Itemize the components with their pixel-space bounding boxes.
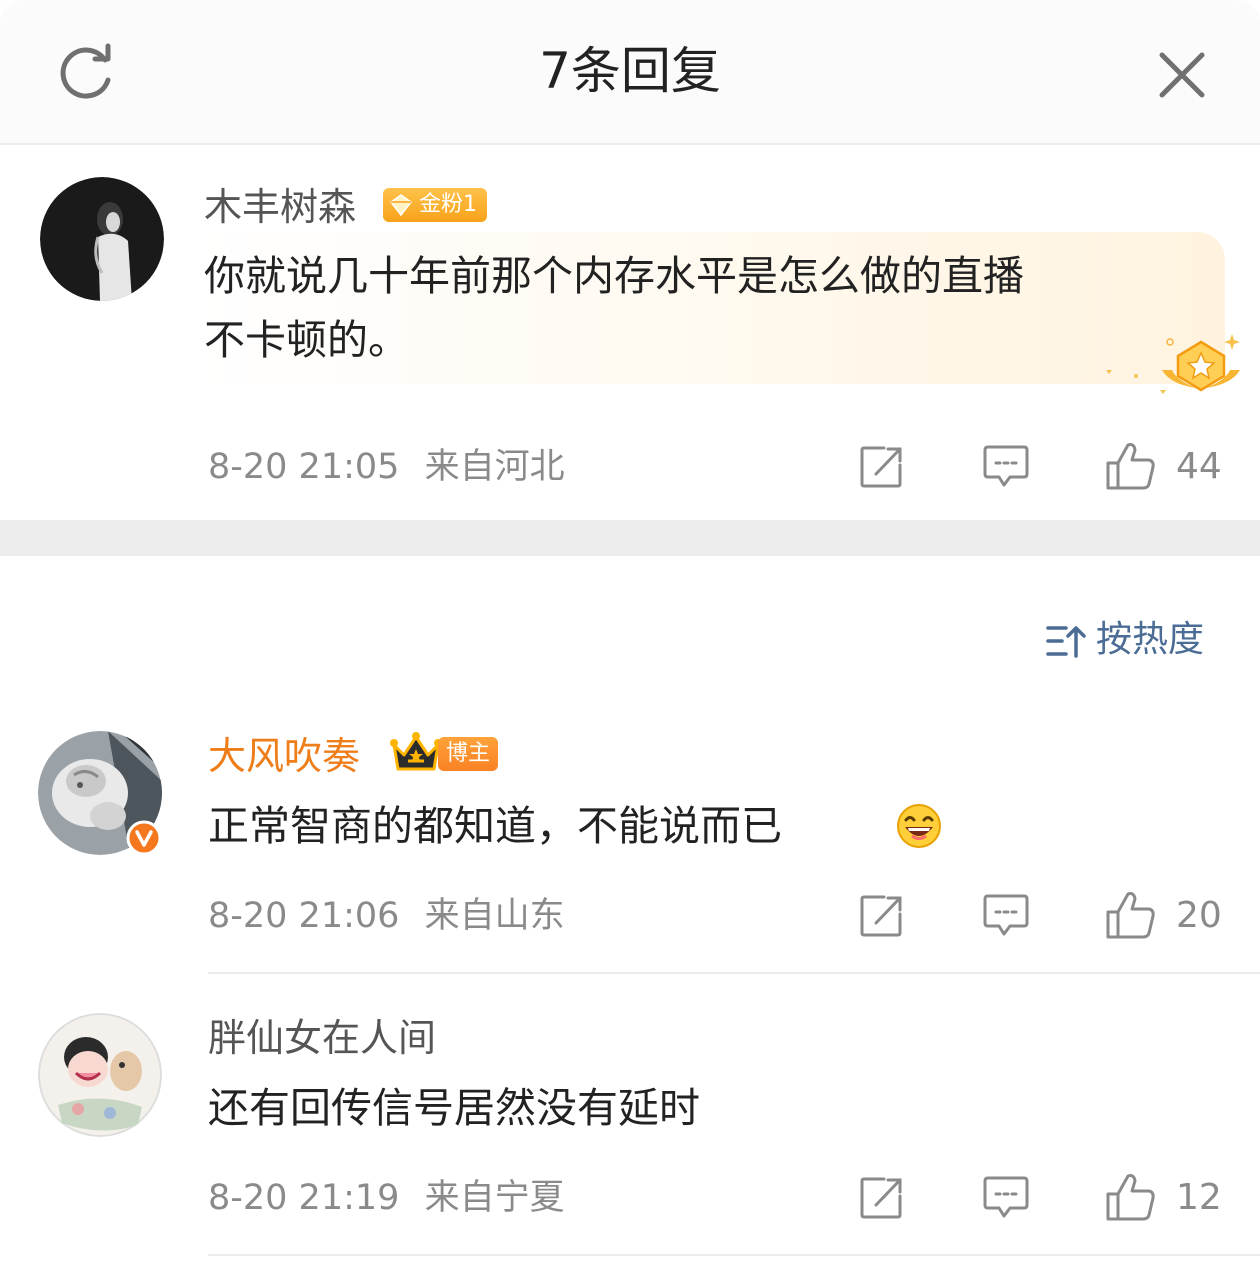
comment-meta: 8-20 21:06 来自山东 bbox=[208, 893, 565, 939]
fan-badge-label: 金粉1 bbox=[419, 192, 477, 217]
comment-text: 正常智商的都知道，不能说而已 bbox=[208, 794, 782, 858]
comment-text: 你就说几十年前那个内存水平是怎么做的直播 不卡顿的。 bbox=[204, 244, 1024, 372]
owner-badge: 博主 bbox=[438, 737, 499, 771]
gold-crest-icon bbox=[1106, 334, 1240, 394]
location: 来自山东 bbox=[424, 896, 565, 936]
like-icon[interactable] bbox=[1104, 890, 1156, 940]
user-name[interactable]: 大风吹奏 bbox=[208, 731, 360, 781]
location: 来自宁夏 bbox=[424, 1178, 565, 1218]
sheet-header: 7条回复 bbox=[0, 0, 1260, 145]
timestamp: 8-20 21:05 bbox=[208, 447, 400, 487]
laughing-emoji-icon bbox=[897, 804, 941, 848]
location: 来自河北 bbox=[424, 447, 565, 487]
like-icon[interactable] bbox=[1104, 1172, 1156, 1222]
crown-icon bbox=[390, 732, 442, 771]
divider bbox=[208, 972, 1260, 974]
close-icon[interactable] bbox=[1152, 45, 1212, 105]
diamond-icon bbox=[389, 194, 413, 217]
user-name[interactable]: 木丰树森 bbox=[204, 182, 356, 232]
share-icon[interactable] bbox=[858, 1174, 906, 1222]
comment-meta: 8-20 21:19 来自宁夏 bbox=[208, 1175, 565, 1221]
comment-text-line: 你就说几十年前那个内存水平是怎么做的直播 bbox=[204, 252, 1024, 300]
comment-icon[interactable] bbox=[982, 1174, 1030, 1222]
share-icon[interactable] bbox=[858, 892, 906, 940]
sort-icon bbox=[1046, 626, 1086, 658]
comment-icon[interactable] bbox=[982, 892, 1030, 940]
like-count: 12 bbox=[1176, 1177, 1222, 1218]
divider bbox=[208, 1254, 1260, 1256]
share-icon[interactable] bbox=[858, 443, 906, 491]
page-title: 7条回复 bbox=[539, 42, 721, 100]
comment-meta: 8-20 21:05 来自河北 bbox=[208, 444, 565, 490]
fan-badge[interactable]: 金粉1 bbox=[383, 188, 487, 222]
avatar[interactable] bbox=[38, 1013, 162, 1137]
avatar[interactable] bbox=[40, 177, 164, 301]
like-count: 44 bbox=[1176, 446, 1222, 487]
comment-text-line: 还有回传信号居然没有延时 bbox=[208, 1084, 700, 1132]
timestamp: 8-20 21:19 bbox=[208, 1178, 400, 1218]
timestamp: 8-20 21:06 bbox=[208, 896, 400, 936]
comment-text: 还有回传信号居然没有延时 bbox=[208, 1076, 700, 1140]
verified-icon bbox=[126, 820, 162, 856]
user-name[interactable]: 胖仙女在人间 bbox=[208, 1013, 436, 1063]
like-count: 20 bbox=[1176, 895, 1222, 936]
comment-icon[interactable] bbox=[982, 443, 1030, 491]
section-gap bbox=[0, 520, 1260, 556]
sort-label: 按热度 bbox=[1096, 619, 1205, 660]
comment-text-line: 不卡顿的。 bbox=[204, 316, 409, 364]
comment-text-line: 正常智商的都知道，不能说而已 bbox=[208, 802, 782, 850]
like-icon[interactable] bbox=[1104, 441, 1156, 491]
reply-sheet: 7条回复 木丰树森 金粉1 你就说几十年前那个内存水平是怎么做的直播 不卡顿的。 bbox=[0, 0, 1260, 1270]
